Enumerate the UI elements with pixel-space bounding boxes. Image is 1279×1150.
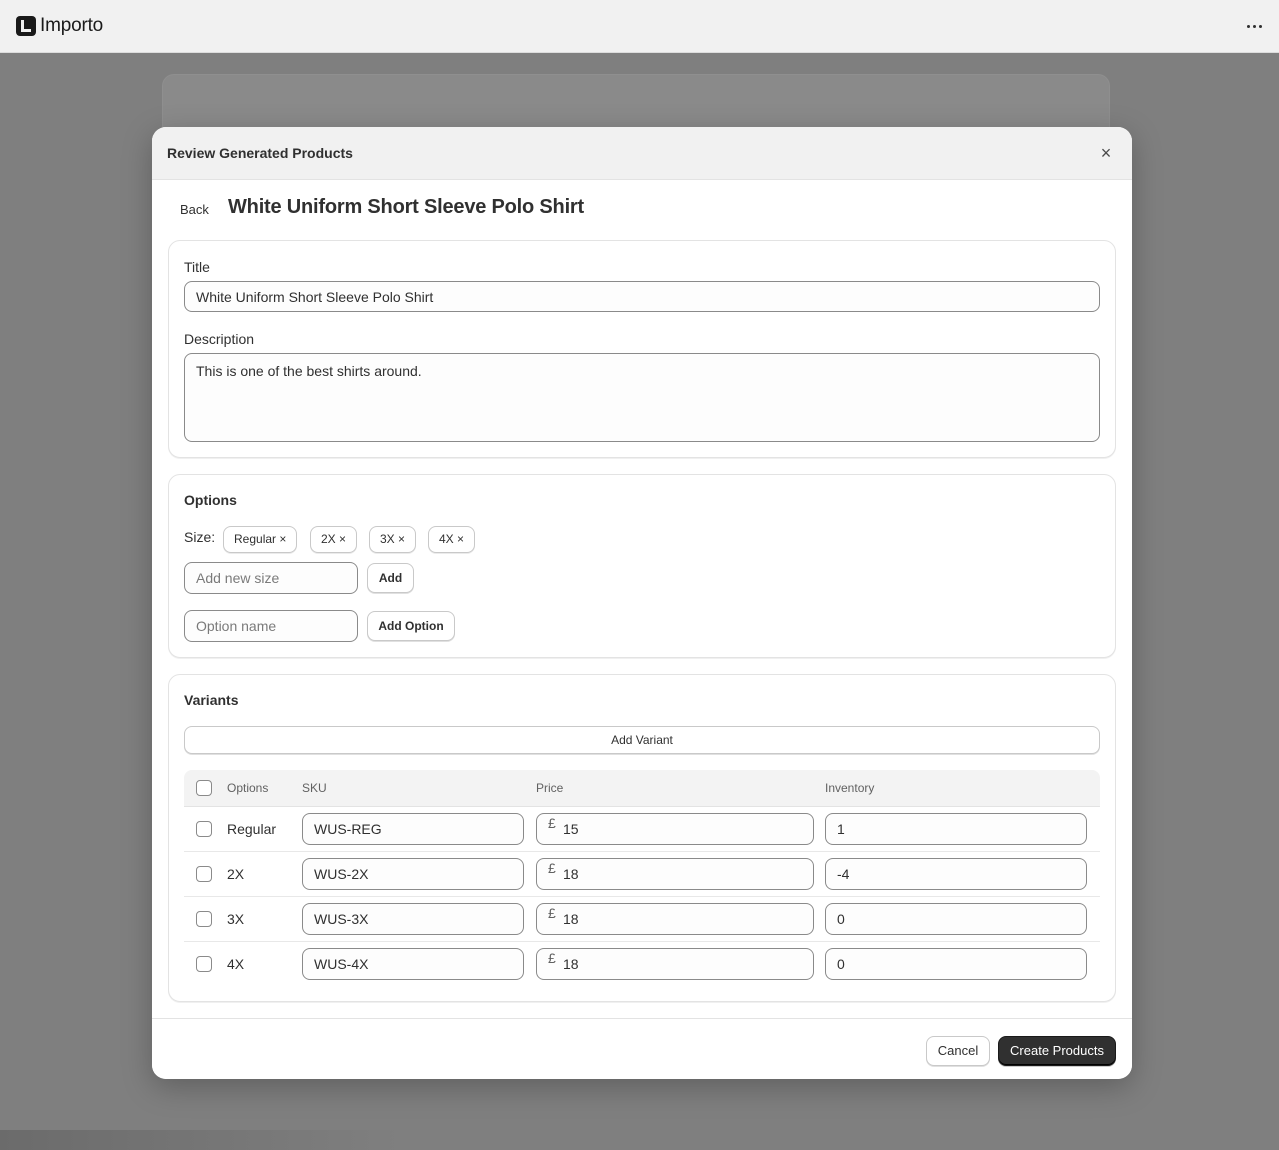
variant-option: Regular <box>227 821 277 837</box>
options-card: Options Size: Regular × 2X × 3X × 4X × A… <box>168 474 1116 658</box>
column-header-inventory: Inventory <box>825 781 875 795</box>
title-field[interactable] <box>184 281 1100 312</box>
variant-option: 2X <box>227 866 245 882</box>
modal-footer: Cancel Create Products <box>152 1018 1132 1079</box>
add-option-button[interactable]: Add Option <box>367 611 455 641</box>
currency-symbol: £ <box>548 815 556 831</box>
description-label: Description <box>184 331 255 347</box>
inventory-input[interactable] <box>825 813 1087 845</box>
sku-input[interactable] <box>302 858 524 890</box>
review-products-modal: Review Generated Products × Back White U… <box>152 127 1132 1079</box>
background-shade <box>0 1130 400 1150</box>
description-field[interactable]: This is one of the best shirts around. <box>184 353 1100 442</box>
size-label: Size: <box>184 529 216 545</box>
modal-title: Review Generated Products <box>167 145 353 161</box>
price-input[interactable] <box>536 903 814 935</box>
options-section-title: Options <box>184 492 237 508</box>
modal-header: Review Generated Products × <box>152 127 1132 180</box>
option-name-input[interactable] <box>184 610 358 642</box>
product-heading: White Uniform Short Sleeve Polo Shirt <box>228 196 584 218</box>
currency-symbol: £ <box>548 860 556 876</box>
row-checkbox[interactable] <box>196 866 212 882</box>
variants-table-header: Options SKU Price Inventory <box>184 770 1100 807</box>
app-name: Importo <box>40 15 104 36</box>
app-top-bar: Importo <box>0 0 1279 53</box>
sku-input[interactable] <box>302 813 524 845</box>
sku-input[interactable] <box>302 948 524 980</box>
add-variant-button[interactable]: Add Variant <box>184 726 1100 754</box>
variants-section-title: Variants <box>184 692 239 708</box>
column-header-sku: SKU <box>302 781 327 795</box>
inventory-input[interactable] <box>825 858 1087 890</box>
currency-symbol: £ <box>548 950 556 966</box>
variant-option: 3X <box>227 911 245 927</box>
size-tag-2x[interactable]: 2X × <box>310 526 358 553</box>
cancel-button[interactable]: Cancel <box>926 1036 990 1066</box>
create-products-button[interactable]: Create Products <box>998 1036 1116 1066</box>
product-details-card: Title Description This is one of the bes… <box>168 240 1116 458</box>
add-size-button[interactable]: Add <box>367 563 414 593</box>
new-size-input[interactable] <box>184 562 358 594</box>
more-options-icon[interactable] <box>1245 16 1265 36</box>
row-checkbox[interactable] <box>196 911 212 927</box>
size-tag-3x[interactable]: 3X × <box>369 526 417 553</box>
variants-card: Variants Add Variant Options SKU Price I… <box>168 674 1116 1002</box>
row-checkbox[interactable] <box>196 956 212 972</box>
close-icon[interactable]: × <box>1096 144 1116 164</box>
select-all-checkbox[interactable] <box>196 780 212 796</box>
price-input[interactable] <box>536 858 814 890</box>
table-row: 3X £ <box>184 897 1100 942</box>
inventory-input[interactable] <box>825 903 1087 935</box>
sku-input[interactable] <box>302 903 524 935</box>
price-input[interactable] <box>536 948 814 980</box>
variant-option: 4X <box>227 956 245 972</box>
back-button[interactable]: Back <box>172 199 217 220</box>
table-row: Regular £ <box>184 807 1100 852</box>
size-tag-regular[interactable]: Regular × <box>223 526 298 553</box>
currency-symbol: £ <box>548 905 556 921</box>
table-row: 2X £ <box>184 852 1100 897</box>
price-input[interactable] <box>536 813 814 845</box>
inventory-input[interactable] <box>825 948 1087 980</box>
column-header-price: Price <box>536 781 564 795</box>
column-header-options: Options <box>227 781 269 795</box>
table-row: 4X £ <box>184 942 1100 987</box>
title-label: Title <box>184 259 210 275</box>
importo-logo-icon <box>16 16 36 36</box>
size-tag-4x[interactable]: 4X × <box>428 526 476 553</box>
row-checkbox[interactable] <box>196 821 212 837</box>
